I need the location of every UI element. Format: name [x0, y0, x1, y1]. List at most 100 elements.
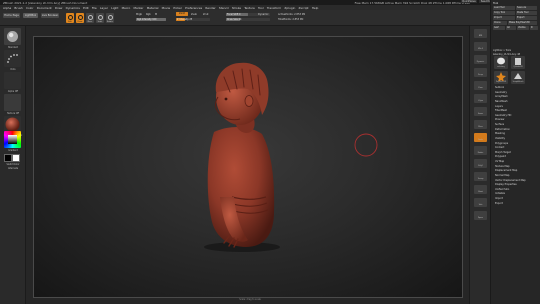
view-persp-button[interactable]: Persp — [474, 68, 487, 77]
draw-size-slider[interactable]: Draw Size 64 — [226, 18, 270, 21]
rotate-button[interactable]: Rotate — [106, 13, 114, 23]
standard-brush-icon — [7, 31, 18, 42]
menu-marker[interactable]: Marker — [134, 6, 144, 10]
menu-brush[interactable]: Brush — [14, 6, 22, 10]
make-polymesh3d-button[interactable]: Make PolyMesh3D — [508, 21, 537, 25]
menu-stencil[interactable]: Stencil — [219, 6, 229, 10]
move-button[interactable]: Move — [86, 13, 94, 23]
zadd-button[interactable]: Zadd — [176, 12, 188, 16]
scale-button[interactable]: Scale — [96, 13, 104, 23]
copy-tool-button[interactable]: Copy Tool — [493, 11, 515, 15]
goz-button[interactable]: GoZ — [493, 26, 505, 30]
menu-alpha[interactable]: Alpha — [3, 6, 11, 10]
tool-thumb-zelenkoy[interactable]: zelenkoy — [494, 56, 508, 69]
save-as-button[interactable]: Save As — [516, 6, 537, 10]
view-button-label: Solo — [478, 203, 483, 206]
rgb-button[interactable]: Rgb — [146, 13, 151, 16]
head-thumb-icon — [497, 57, 505, 65]
alpha-selector[interactable] — [4, 72, 21, 89]
view-move-button[interactable]: Move — [474, 120, 487, 129]
menu-color[interactable]: Color — [26, 6, 34, 10]
menu-transform[interactable]: Transform — [267, 6, 281, 10]
menu-layer[interactable]: Layer — [100, 6, 108, 10]
import-button[interactable]: Import — [493, 16, 515, 20]
menu-movie[interactable]: Movie — [162, 6, 171, 10]
zcut-button[interactable]: Zcut — [203, 13, 208, 16]
menu-texture[interactable]: Texture — [244, 6, 255, 10]
view-polyf-button[interactable]: PolyF — [474, 159, 487, 168]
menu-preferences[interactable]: Preferences — [185, 6, 202, 10]
view-button-label: Rotate — [477, 151, 484, 154]
quicksave-button[interactable]: QuickSave — [460, 0, 478, 4]
all-button[interactable]: All — [506, 26, 516, 30]
menu-stroke[interactable]: Stroke — [232, 6, 241, 10]
view-xpose-button[interactable]: Xpose — [474, 211, 487, 220]
switch-color-button[interactable]: SwitchColor — [3, 163, 23, 166]
simplebrush-thumb-icon — [514, 73, 522, 79]
subpanel-list: Subtool Geometry ArrayMesh NanoMesh Layers Fi… — [495, 86, 539, 206]
star-thumb-icon — [496, 72, 506, 82]
lightbox-tools-button[interactable]: Lightbox > Tools — [493, 49, 511, 52]
view-ghost-button[interactable]: Ghost — [474, 185, 487, 194]
menu-help[interactable]: Help — [312, 6, 319, 10]
brush-selector[interactable] — [4, 28, 21, 45]
clone-button[interactable]: Clone — [493, 21, 507, 25]
m-button[interactable]: M — [155, 13, 157, 16]
menu-file[interactable]: File — [92, 6, 97, 10]
export-button[interactable]: Export — [516, 16, 537, 20]
view-bpr-button[interactable]: BPR — [474, 29, 487, 38]
visible-button[interactable]: Visible — [517, 26, 529, 30]
canvas-status: Scale: drag to scale — [239, 298, 261, 301]
stroke-selector[interactable] — [4, 50, 21, 67]
live-boolean-button[interactable]: Live Boolean — [41, 13, 59, 18]
menu-document[interactable]: Document — [37, 6, 52, 10]
r-button[interactable]: R — [530, 26, 538, 30]
tool-thumb-simplebrush[interactable]: SimpleBrush — [511, 71, 525, 84]
tool-thumb-cylinder[interactable]: Cylinder3D — [511, 56, 525, 69]
dynamic-button[interactable]: Dynamic — [258, 13, 269, 16]
menu-tool[interactable]: Tool — [258, 6, 264, 10]
view-frame-button[interactable]: Frame — [474, 107, 487, 116]
view-spix-3-button[interactable]: SPix 3 — [474, 42, 487, 51]
mrgb-button[interactable]: Mrgb — [136, 13, 142, 16]
edit-icon — [67, 14, 73, 20]
menu-macro[interactable]: Macro — [122, 6, 131, 10]
view-l-sym-button[interactable]: L.Sym — [474, 94, 487, 103]
menu-light[interactable]: Light — [111, 6, 118, 10]
paste-tool-button[interactable]: Paste Tool — [516, 11, 537, 15]
view-floor-button[interactable]: Floor — [474, 81, 487, 90]
color-picker[interactable] — [4, 131, 21, 148]
primary-color-swatch[interactable] — [4, 154, 12, 162]
zsub-button[interactable]: Zsub — [191, 13, 197, 16]
view-rotate-button[interactable]: Rotate — [474, 146, 487, 155]
subpanel-export[interactable]: Export — [495, 202, 539, 207]
load-tool-button[interactable]: Load Tool — [493, 6, 515, 10]
draw-button[interactable]: Draw — [76, 13, 84, 23]
rgb-intensity-slider[interactable]: Rgb Intensity 100 — [136, 18, 166, 21]
menu-zscript[interactable]: Zscript — [299, 6, 309, 10]
menu-edit[interactable]: Edit — [83, 6, 89, 10]
secondary-color-swatch[interactable] — [12, 154, 20, 162]
edit-button[interactable]: Edit — [66, 13, 74, 23]
menu-zplugin[interactable]: Zplugin — [284, 6, 295, 10]
document-canvas[interactable] — [33, 36, 463, 298]
view-transp-button[interactable]: Transp — [474, 172, 487, 181]
menu-material[interactable]: Material — [147, 6, 159, 10]
z-intensity-slider[interactable]: Z Intensity 25 — [176, 18, 210, 21]
view-solo-button[interactable]: Solo — [474, 198, 487, 207]
menu-render[interactable]: Render — [205, 6, 215, 10]
tool-thumb-polymesh[interactable]: PolyMesh3D — [494, 71, 508, 84]
view-scale-button[interactable]: Scale — [474, 133, 487, 142]
palette-header[interactable]: Tool — [493, 1, 538, 5]
home-page-button[interactable]: Home Page — [3, 13, 20, 18]
texture-label: Texture Off — [7, 112, 19, 115]
alternate-button[interactable]: Alternate — [3, 167, 23, 170]
tool-label: Move — [87, 20, 93, 23]
menu-draw[interactable]: Draw — [55, 6, 63, 10]
menu-picker[interactable]: Picker — [173, 6, 182, 10]
view-button-label: SPix 3 — [477, 47, 484, 50]
menu-dynamics[interactable]: Dynamics — [66, 6, 80, 10]
view-dynamic-button[interactable]: Dynamic — [474, 55, 487, 64]
texture-selector[interactable] — [4, 94, 21, 111]
lightbox-button[interactable]: LightBox — [23, 13, 38, 18]
